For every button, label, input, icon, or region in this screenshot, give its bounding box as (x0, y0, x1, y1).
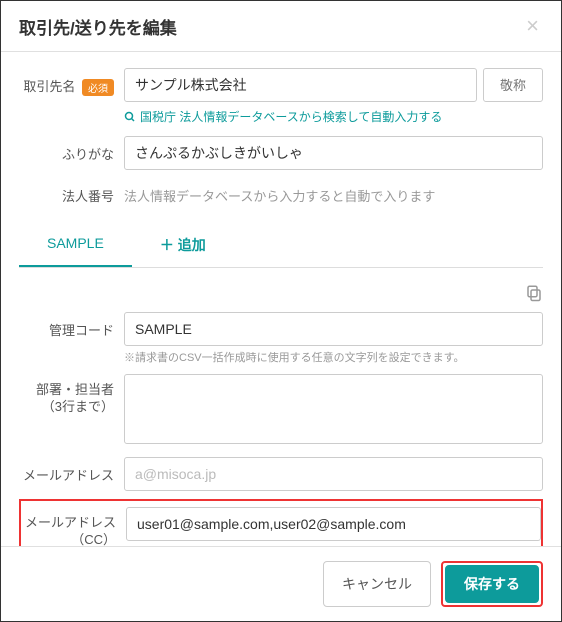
save-button[interactable]: 保存する (445, 565, 539, 603)
db-search-link[interactable]: 国税庁 法人情報データベースから検索して自動入力する (124, 108, 442, 125)
email-label: メールアドレス (19, 457, 124, 484)
row-dept: 部署・担当者 （3行まで） (19, 374, 543, 449)
dept-label: 部署・担当者 （3行まで） (19, 374, 124, 416)
furigana-label: ふりがな (19, 136, 124, 163)
row-houjin: 法人番号 法人情報データベースから入力すると自動で入ります (19, 178, 543, 205)
email-input[interactable] (124, 457, 543, 491)
row-code: 管理コード ※請求書のCSV一括作成時に使用する任意の文字列を設定できます。 (19, 312, 543, 367)
code-help: ※請求書のCSV一括作成時に使用する任意の文字列を設定できます。 (124, 350, 543, 367)
code-input[interactable] (124, 312, 543, 346)
honorific-input[interactable] (483, 68, 543, 102)
modal-footer: キャンセル 保存する (1, 546, 561, 621)
modal-body: 取引先名 必須 国税庁 法人情報データベースから検索して自動入力する ふりがな (1, 52, 561, 546)
cc-highlight: メールアドレス （CC） メール送信時のCCに設定したメールアドレスを追加します… (19, 499, 543, 546)
row-name: 取引先名 必須 国税庁 法人情報データベースから検索して自動入力する (19, 68, 543, 128)
required-badge: 必須 (82, 79, 114, 96)
close-icon: × (526, 13, 539, 38)
row-furigana: ふりがな (19, 136, 543, 170)
cc-label: メールアドレス （CC） (21, 507, 126, 546)
name-input[interactable] (124, 68, 477, 102)
modal-title: 取引先/送り先を編集 (19, 14, 177, 39)
row-email: メールアドレス (19, 457, 543, 491)
copy-icon[interactable] (525, 284, 543, 302)
tabs: SAMPLE ＋ 追加 (19, 225, 543, 268)
code-label: 管理コード (19, 312, 124, 339)
cc-input[interactable] (126, 507, 541, 541)
furigana-input[interactable] (124, 136, 543, 170)
tab-sample[interactable]: SAMPLE (19, 225, 132, 267)
houjin-label: 法人番号 (19, 178, 124, 205)
edit-contact-modal: 取引先/送り先を編集 × 取引先名 必須 国税庁 法人情報データベースから検索し… (1, 1, 561, 621)
cancel-button[interactable]: キャンセル (323, 561, 431, 607)
tab-add[interactable]: ＋ 追加 (132, 225, 234, 267)
copy-row (19, 278, 543, 312)
houjin-hint: 法人情報データベースから入力すると自動で入ります (124, 178, 543, 205)
modal-header: 取引先/送り先を編集 × (1, 1, 561, 52)
search-icon (124, 111, 136, 123)
save-highlight: 保存する (441, 561, 543, 607)
close-button[interactable]: × (522, 13, 543, 39)
name-label: 取引先名 必須 (19, 68, 124, 96)
dept-textarea[interactable] (124, 374, 543, 444)
row-cc: メールアドレス （CC） メール送信時のCCに設定したメールアドレスを追加します… (21, 507, 541, 546)
